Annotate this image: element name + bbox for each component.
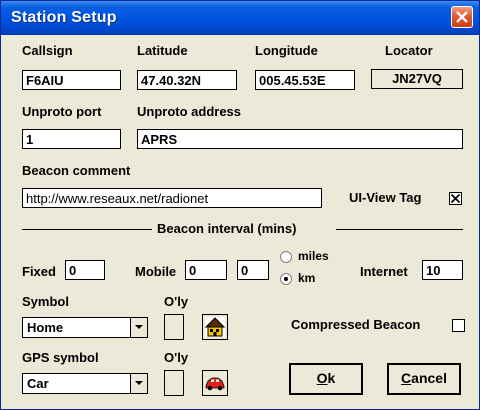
unproto-port-label: Unproto port [22,104,102,119]
cancel-label: ancel [411,370,447,386]
longitude-label: Longitude [255,43,318,58]
chevron-down-icon [135,381,143,385]
window-title: Station Setup [11,9,117,26]
locator-label: Locator [385,43,433,58]
car-icon [205,377,225,391]
symbol-select-value: Home [27,320,64,335]
title-bar[interactable]: Station Setup [1,1,479,35]
chevron-down-icon [135,325,143,329]
gps-overlay-label: O'ly [164,350,189,365]
unproto-address-input[interactable] [137,129,463,149]
unproto-address-label: Unproto address [137,104,242,119]
gps-symbol-picker-button[interactable] [202,370,228,396]
close-icon [456,11,468,23]
gps-symbol-dropdown-button[interactable] [130,374,147,393]
longitude-input[interactable] [255,70,355,90]
separator-left [22,229,152,230]
symbol-dropdown-button[interactable] [130,318,147,337]
mobile-distance-input[interactable] [237,260,269,280]
callsign-input[interactable] [22,70,121,90]
km-radio[interactable] [280,273,292,285]
gps-symbol-label: GPS symbol [22,350,99,365]
ok-button[interactable]: Ok [289,363,363,395]
cancel-button[interactable]: Cancel [387,363,461,395]
compressed-beacon-checkbox[interactable] [452,319,465,332]
gps-overlay-box[interactable] [164,370,184,396]
callsign-label: Callsign [22,43,73,58]
internet-label: Internet [360,264,408,279]
fixed-label: Fixed [22,264,56,279]
internet-interval-input[interactable] [422,260,463,280]
latitude-input[interactable] [137,70,237,90]
cancel-access-key: C [401,370,412,386]
miles-label: miles [298,249,329,263]
beacon-comment-input[interactable] [22,188,322,208]
beacon-comment-label: Beacon comment [22,163,131,178]
uiview-tag-checkbox[interactable] [449,192,462,205]
uiview-tag-label: UI-View Tag [349,190,422,205]
gps-symbol-select[interactable]: Car [22,373,148,394]
checkmark-icon [450,193,461,204]
km-radio-selected-dot [284,277,288,281]
symbol-overlay-box[interactable] [164,314,184,340]
beacon-interval-heading: Beacon interval (mins) [157,221,297,236]
latitude-label: Latitude [137,43,188,58]
separator-right [336,229,463,230]
station-setup-dialog: Station Setup Callsign Latitude Longitud… [0,0,480,410]
symbol-picker-button[interactable] [202,314,228,340]
house-icon [204,317,226,337]
symbol-label: Symbol [22,294,69,309]
locator-value: JN27VQ [371,69,463,89]
symbol-select[interactable]: Home [22,317,148,338]
ok-access-key: O [316,370,328,386]
compressed-beacon-label: Compressed Beacon [291,317,421,332]
km-label: km [298,271,316,285]
mobile-label: Mobile [135,264,177,279]
mobile-interval-input[interactable] [185,260,227,280]
fixed-interval-input[interactable] [65,260,105,280]
gps-symbol-select-value: Car [27,376,49,391]
ok-label: k [327,370,336,386]
unproto-port-input[interactable] [22,129,121,149]
miles-radio[interactable] [280,251,292,263]
close-button[interactable] [451,6,473,28]
symbol-overlay-label: O'ly [164,294,189,309]
